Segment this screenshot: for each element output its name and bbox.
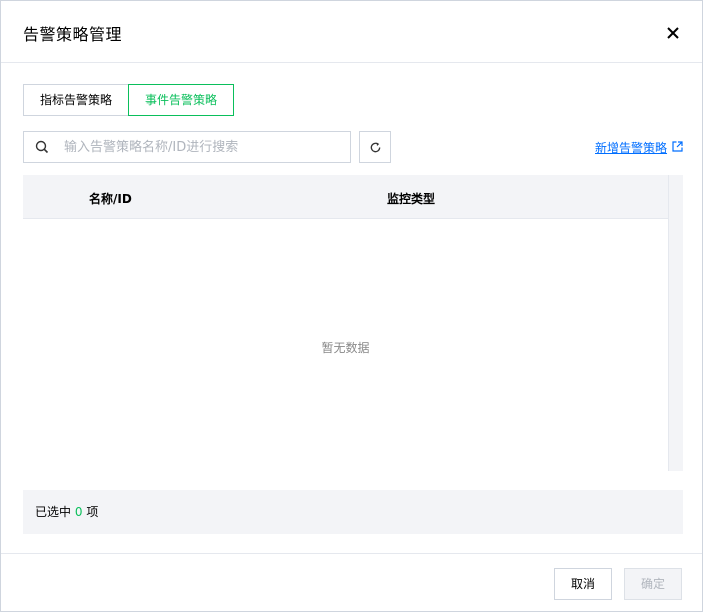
selection-summary: 已选中 0 项	[23, 490, 683, 534]
cancel-button[interactable]: 取消	[554, 568, 612, 600]
tab-metric-alarm-policy[interactable]: 指标告警策略	[23, 84, 129, 116]
close-button[interactable]	[663, 23, 683, 43]
dialog-header: 告警策略管理	[1, 1, 702, 63]
dialog-footer: 取消 确定	[1, 553, 702, 611]
selection-count: 0	[74, 505, 83, 519]
alarm-policy-dialog: 告警策略管理 指标告警策略 事件告警策略 新增告警策略 名称/ID 监控类型	[0, 0, 703, 612]
external-link-icon	[672, 141, 683, 152]
selection-suffix: 项	[86, 505, 99, 519]
confirm-button[interactable]: 确定	[624, 568, 682, 600]
search-icon	[35, 140, 49, 154]
refresh-button[interactable]	[359, 131, 391, 163]
column-header-monitor-type: 监控类型	[387, 192, 436, 206]
column-header-name-id: 名称/ID	[89, 192, 132, 206]
table-header: 名称/ID 监控类型	[23, 175, 668, 219]
tab-event-alarm-policy[interactable]: 事件告警策略	[128, 84, 234, 116]
empty-state-text: 暂无数据	[321, 341, 370, 355]
selection-prefix: 已选中	[35, 505, 72, 519]
refresh-icon	[370, 142, 381, 153]
search-box	[23, 131, 351, 163]
dialog-title: 告警策略管理	[23, 25, 123, 44]
table-scrollbar[interactable]	[668, 175, 683, 471]
search-input[interactable]	[64, 132, 344, 162]
tab-group: 指标告警策略 事件告警策略	[23, 84, 234, 116]
new-alarm-policy-link[interactable]: 新增告警策略	[595, 139, 667, 156]
policy-table: 名称/ID 监控类型 暂无数据	[23, 175, 683, 471]
close-icon	[667, 27, 679, 39]
